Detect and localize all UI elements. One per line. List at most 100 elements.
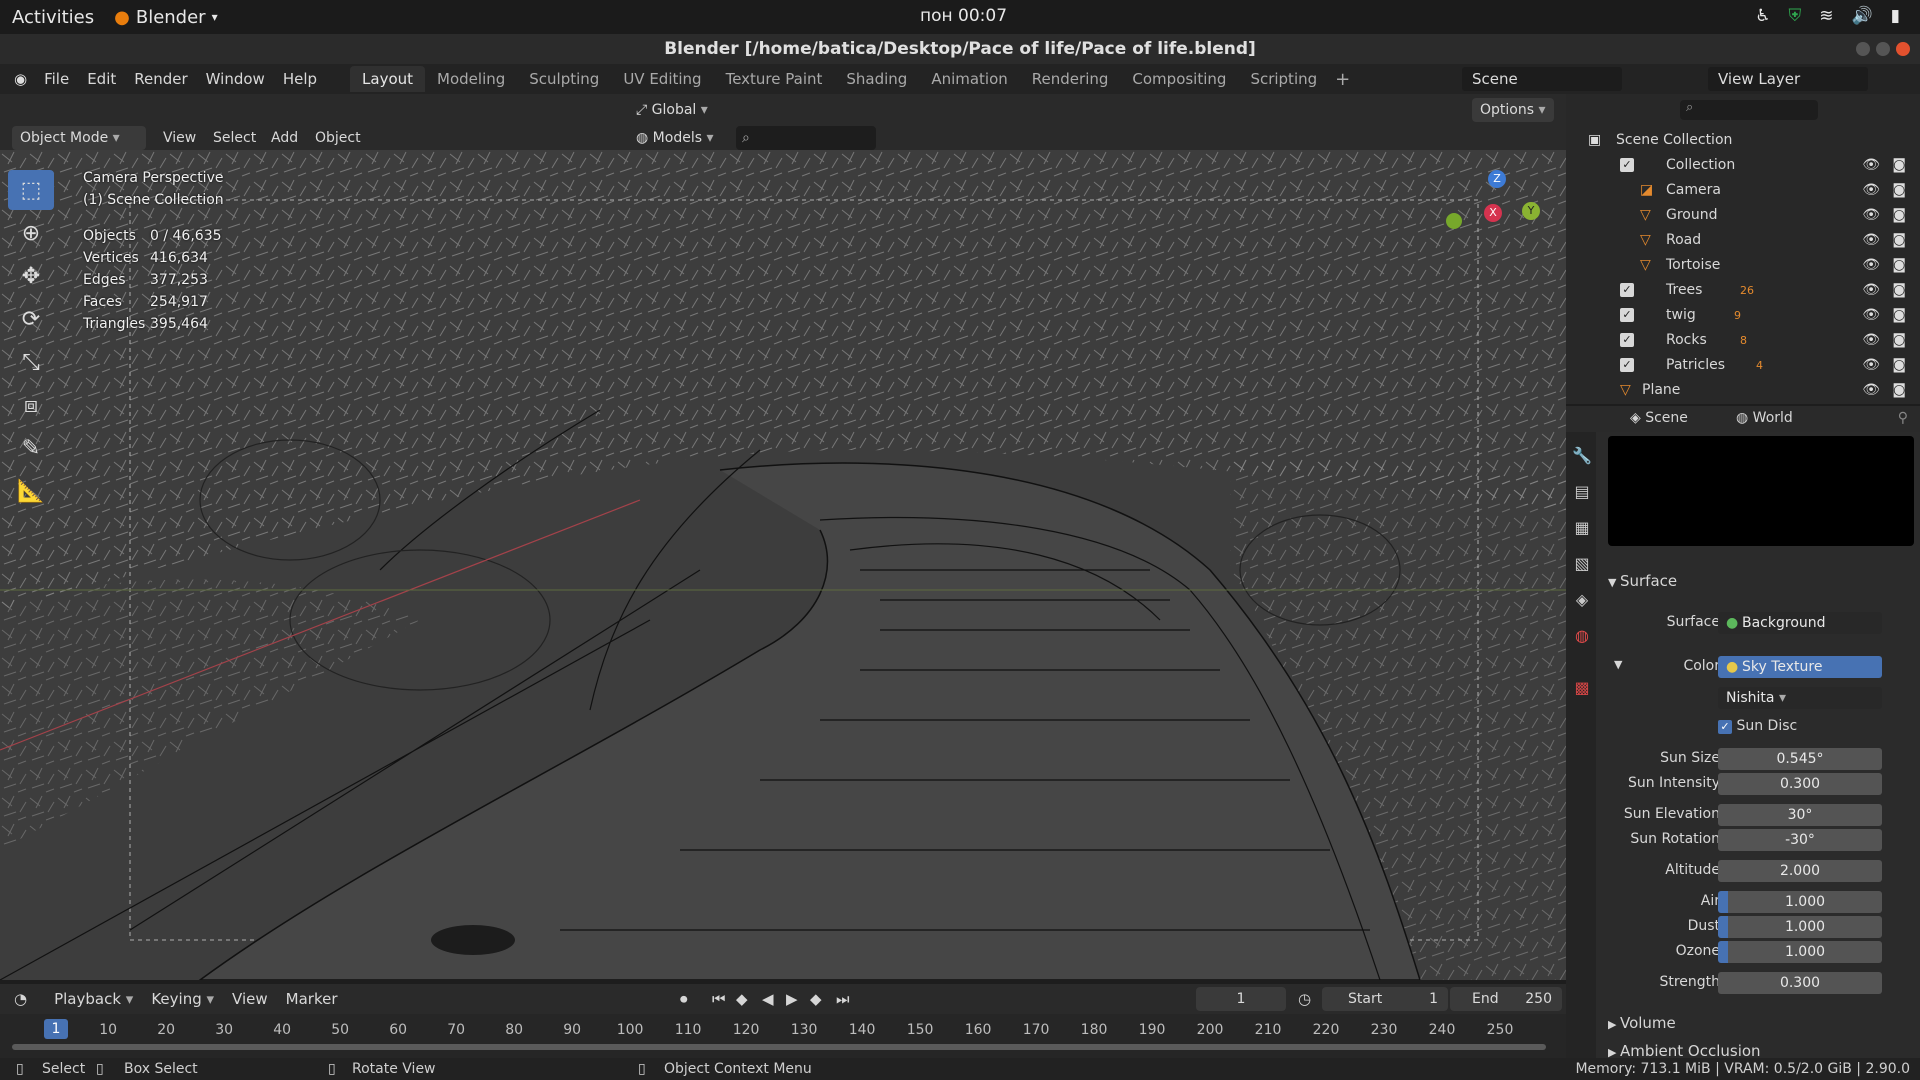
checkbox-icon[interactable]: ✓ <box>1620 358 1634 372</box>
ozone-slider[interactable]: 1.000 <box>1718 941 1882 963</box>
editor-type-icon[interactable]: ◔ <box>14 990 27 1008</box>
playback-menu[interactable]: Playback <box>45 990 142 1008</box>
tab-compositing[interactable]: Compositing <box>1120 66 1238 92</box>
eye-icon[interactable]: 👁 <box>1862 178 1880 203</box>
outliner-row-tortoise[interactable]: ▽ Tortoise 👁 ◙ <box>1566 253 1920 278</box>
scale-tool-icon[interactable]: ⤡ <box>8 342 54 382</box>
texture-settings-icon[interactable]: ▩ <box>1571 678 1593 702</box>
menu-file[interactable]: File <box>35 70 78 88</box>
collection-filter-dropdown[interactable]: ◍ Models <box>628 126 722 150</box>
tab-uv-editing[interactable]: UV Editing <box>611 66 713 92</box>
outliner-row-rocks[interactable]: ✓ Rocks 8 👁 ◙ <box>1566 328 1920 353</box>
scene-tab[interactable]: ◈ Scene <box>1630 410 1688 426</box>
marker-menu[interactable]: Marker <box>277 990 347 1008</box>
move-tool-icon[interactable]: ✥ <box>8 256 54 296</box>
playhead[interactable]: 1 <box>44 1019 68 1039</box>
outliner-row-patricles[interactable]: ✓ Patricles 4 👁 ◙ <box>1566 353 1920 378</box>
blender-logo-icon[interactable]: ◉ <box>14 70 27 88</box>
outliner-row-collection[interactable]: ✓ Collection 👁 ◙ <box>1566 153 1920 178</box>
checkbox-icon[interactable]: ✓ <box>1620 158 1634 172</box>
eye-icon[interactable]: 👁 <box>1862 303 1880 328</box>
keying-menu[interactable]: Keying <box>142 990 223 1008</box>
options-dropdown[interactable]: Options <box>1472 98 1554 122</box>
tab-modeling[interactable]: Modeling <box>425 66 517 92</box>
play-reverse-button[interactable]: ◀ <box>762 990 774 1008</box>
sky-type-dropdown[interactable]: Nishita <box>1718 687 1882 709</box>
viewport-object-menu[interactable]: Object <box>306 130 370 146</box>
jump-start-button[interactable]: ⏮ <box>712 990 726 1008</box>
view-layer-icon[interactable]: ▧ <box>1571 554 1593 578</box>
camera-icon[interactable]: ◙ <box>1892 353 1906 378</box>
record-button[interactable]: ⏺ <box>680 990 688 1008</box>
altitude-field[interactable]: 2.000 <box>1718 860 1882 882</box>
color-input-field[interactable]: ● Sky Texture <box>1718 656 1882 678</box>
checkbox-icon[interactable]: ✓ <box>1620 333 1634 347</box>
gizmo-x-axis[interactable]: X <box>1484 204 1502 222</box>
menu-help[interactable]: Help <box>274 70 326 88</box>
add-workspace-button[interactable]: + <box>1335 69 1350 90</box>
scene-settings-icon[interactable]: ◈ <box>1571 590 1593 614</box>
wifi-icon[interactable]: ≋ <box>1819 6 1833 26</box>
minimize-button[interactable] <box>1856 42 1870 56</box>
viewport-view-menu[interactable]: View <box>154 130 205 146</box>
start-frame-field[interactable]: Start 1 <box>1322 987 1448 1011</box>
shield-icon[interactable]: ⛨ <box>1788 6 1801 26</box>
outliner-row-scene-collection[interactable]: ▣ Scene Collection <box>1566 128 1920 153</box>
outliner-row-twig[interactable]: ✓ twig 9 👁 ◙ <box>1566 303 1920 328</box>
strength-field[interactable]: 0.300 <box>1718 972 1882 994</box>
outliner-row-camera[interactable]: ◪ Camera 👁 ◙ <box>1566 178 1920 203</box>
next-keyframe-button[interactable]: ◆ <box>810 990 822 1008</box>
eye-icon[interactable]: 👁 <box>1862 153 1880 178</box>
camera-icon[interactable]: ◙ <box>1892 253 1906 278</box>
measure-tool-icon[interactable]: 📐 <box>8 471 54 511</box>
outliner-row-ground[interactable]: ▽ Ground 👁 ◙ <box>1566 203 1920 228</box>
play-button[interactable]: ▶ <box>786 990 798 1008</box>
view-layer-selector[interactable]: View Layer <box>1708 67 1868 91</box>
render-settings-icon[interactable]: ▤ <box>1571 482 1593 506</box>
eye-icon[interactable]: 👁 <box>1862 378 1880 403</box>
camera-icon[interactable]: ◙ <box>1892 278 1906 303</box>
jump-end-button[interactable]: ⏭ <box>836 990 850 1008</box>
camera-icon[interactable]: ◙ <box>1892 203 1906 228</box>
camera-icon[interactable]: ◙ <box>1892 303 1906 328</box>
tab-layout[interactable]: Layout <box>350 66 426 92</box>
timeline-view-menu[interactable]: View <box>223 990 277 1008</box>
annotate-tool-icon[interactable]: ✎ <box>8 428 54 468</box>
clock[interactable]: пон 00:07 <box>920 6 1007 26</box>
rotate-tool-icon[interactable]: ⟳ <box>8 299 54 339</box>
menu-edit[interactable]: Edit <box>78 70 125 88</box>
prev-keyframe-button[interactable]: ◆ <box>736 990 748 1008</box>
tab-scripting[interactable]: Scripting <box>1238 66 1329 92</box>
air-slider[interactable]: 1.000 <box>1718 891 1882 913</box>
checkbox-icon[interactable]: ✓ <box>1620 308 1634 322</box>
camera-icon[interactable]: ◙ <box>1892 328 1906 353</box>
eye-icon[interactable]: 👁 <box>1862 203 1880 228</box>
world-settings-icon[interactable]: ◍ <box>1571 626 1593 650</box>
camera-icon[interactable]: ◙ <box>1892 153 1906 178</box>
timeline-scrollbar[interactable] <box>12 1044 1546 1050</box>
gizmo-y-axis[interactable]: Y <box>1522 202 1540 220</box>
world-tab[interactable]: ◍ World <box>1736 410 1793 426</box>
end-frame-field[interactable]: End 250 <box>1450 987 1562 1011</box>
tool-settings-icon[interactable]: 🔧 <box>1571 446 1593 470</box>
camera-icon[interactable]: ◙ <box>1892 228 1906 253</box>
outliner-row-plane[interactable]: ▽ Plane 👁 ◙ <box>1566 378 1920 403</box>
eye-icon[interactable]: 👁 <box>1862 228 1880 253</box>
app-menu[interactable]: ● Blender ▾ <box>114 7 217 28</box>
accessibility-icon[interactable]: ♿ <box>1755 6 1770 26</box>
camera-icon[interactable]: ◙ <box>1892 178 1906 203</box>
sun-size-field[interactable]: 0.545° <box>1718 748 1882 770</box>
cursor-tool-icon[interactable]: ⊕ <box>8 213 54 253</box>
viewport-search-input[interactable]: ⌕ <box>736 126 876 150</box>
outliner-row-trees[interactable]: ✓ Trees 26 👁 ◙ <box>1566 278 1920 303</box>
battery-icon[interactable]: ▮ <box>1891 6 1900 26</box>
tab-sculpting[interactable]: Sculpting <box>517 66 611 92</box>
transform-orientation-dropdown[interactable]: ⤢ Global <box>628 98 716 122</box>
dust-slider[interactable]: 1.000 <box>1718 916 1882 938</box>
surface-panel-header[interactable]: ▼ Surface <box>1608 572 1920 590</box>
viewport-select-menu[interactable]: Select <box>204 130 265 146</box>
camera-icon[interactable]: ◙ <box>1892 378 1906 403</box>
object-mode-dropdown[interactable]: Object Mode <box>12 126 146 150</box>
navigation-gizmo[interactable]: Z Y X <box>1478 170 1558 250</box>
sun-elevation-field[interactable]: 30° <box>1718 804 1882 826</box>
